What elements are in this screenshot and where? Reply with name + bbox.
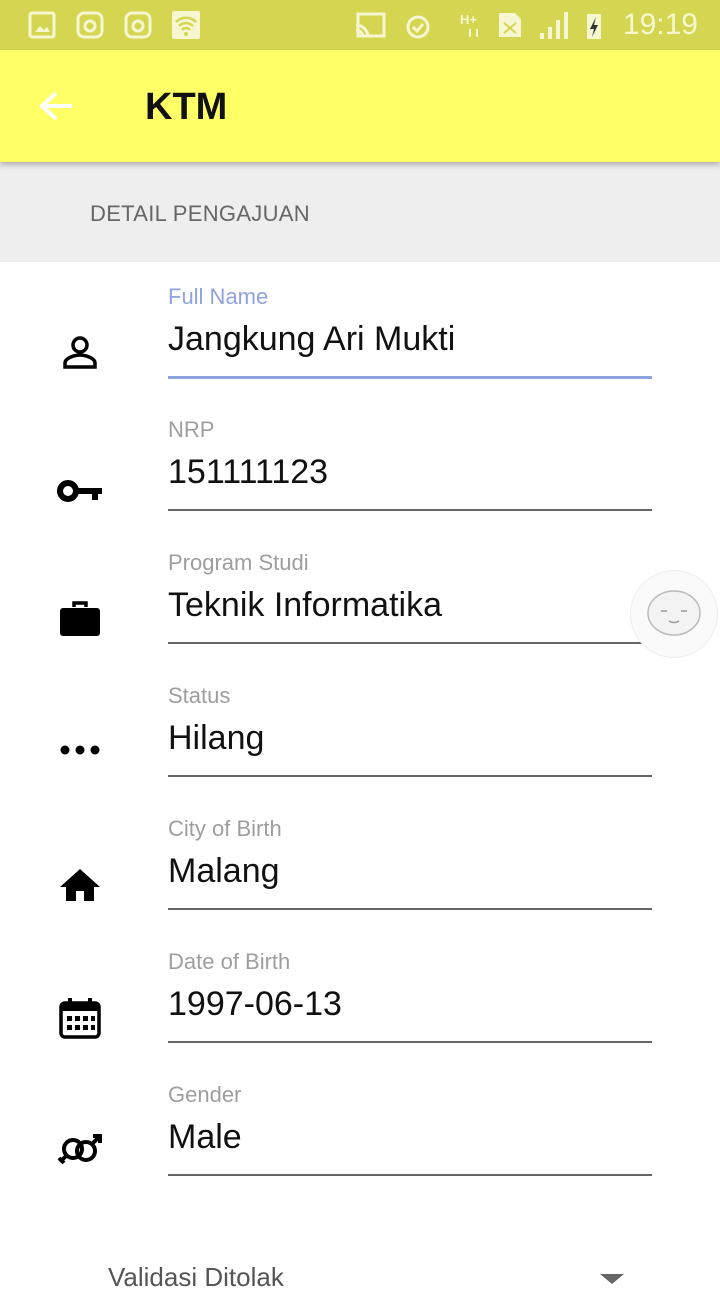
app-bar: KTM	[0, 50, 720, 162]
field-value[interactable]: Jangkung Ari Mukti	[168, 320, 455, 359]
field-label: City of Birth	[168, 816, 282, 841]
instagram-icon	[76, 11, 104, 39]
field-label: Program Studi	[168, 550, 309, 575]
field-value[interactable]: Hilang	[168, 719, 264, 758]
nrp-field[interactable]: NRP 151111123	[0, 417, 720, 550]
field-label: Date of Birth	[168, 949, 291, 974]
field-label: Status	[168, 683, 231, 708]
dropdown-selected: Validasi Ditolak	[108, 1262, 284, 1292]
field-underline	[168, 509, 652, 511]
field-underline	[168, 1041, 652, 1043]
field-underline	[168, 908, 652, 910]
wifi-icon	[172, 11, 200, 39]
signal-icon	[540, 12, 568, 39]
more-horiz-icon	[60, 745, 100, 755]
h-plus-data-icon: H+	[460, 12, 478, 37]
status-field[interactable]: Status Hilang	[0, 683, 720, 816]
field-underline	[168, 642, 652, 644]
svg-text:H+: H+	[460, 12, 477, 27]
gender-field[interactable]: Gender Male	[0, 1082, 720, 1215]
gallery-icon	[28, 11, 56, 39]
status-time: 19:19	[622, 8, 698, 41]
validation-dropdown[interactable]: Validasi Ditolak	[108, 1262, 284, 1293]
no-sim-icon	[499, 13, 521, 37]
program-studi-field[interactable]: Program Studi Teknik Informatika	[0, 550, 720, 683]
field-underline	[168, 1174, 652, 1176]
full-name-field[interactable]: Full Name Jangkung Ari Mukti	[0, 284, 720, 417]
field-underline	[168, 775, 652, 777]
floating-assistant-bubble[interactable]	[630, 570, 718, 658]
instagram-icon	[124, 11, 152, 39]
section-header: DETAIL PENGAJUAN	[0, 162, 720, 262]
field-underline	[168, 376, 652, 379]
city-of-birth-field[interactable]: City of Birth Malang	[0, 816, 720, 949]
field-value[interactable]: Teknik Informatika	[168, 586, 442, 625]
battery-charging-icon	[587, 14, 601, 39]
cast-icon	[355, 12, 386, 38]
gender-icon	[57, 1134, 102, 1165]
field-label: Full Name	[168, 284, 269, 309]
key-icon	[57, 480, 102, 502]
page-title: KTM	[145, 86, 228, 128]
alarm-icon	[406, 15, 430, 39]
section-title: DETAIL PENGAJUAN	[90, 201, 310, 226]
field-label: NRP	[168, 417, 215, 442]
field-value[interactable]: Male	[168, 1118, 242, 1157]
briefcase-icon	[60, 601, 100, 636]
person-icon	[63, 336, 97, 369]
dropdown-arrow-icon[interactable]	[600, 1274, 624, 1284]
date-of-birth-field[interactable]: Date of Birth 1997-06-13	[0, 949, 720, 1082]
arrow-back-icon[interactable]	[36, 88, 76, 124]
field-value[interactable]: 151111123	[168, 453, 328, 492]
field-value[interactable]: 1997-06-13	[168, 985, 342, 1024]
field-value[interactable]: Malang	[168, 852, 280, 891]
mascot-icon	[647, 590, 701, 636]
calendar-icon	[59, 998, 101, 1039]
home-icon	[60, 869, 100, 901]
field-label: Gender	[168, 1082, 242, 1107]
status-bar: H+ 19:19	[0, 0, 720, 50]
